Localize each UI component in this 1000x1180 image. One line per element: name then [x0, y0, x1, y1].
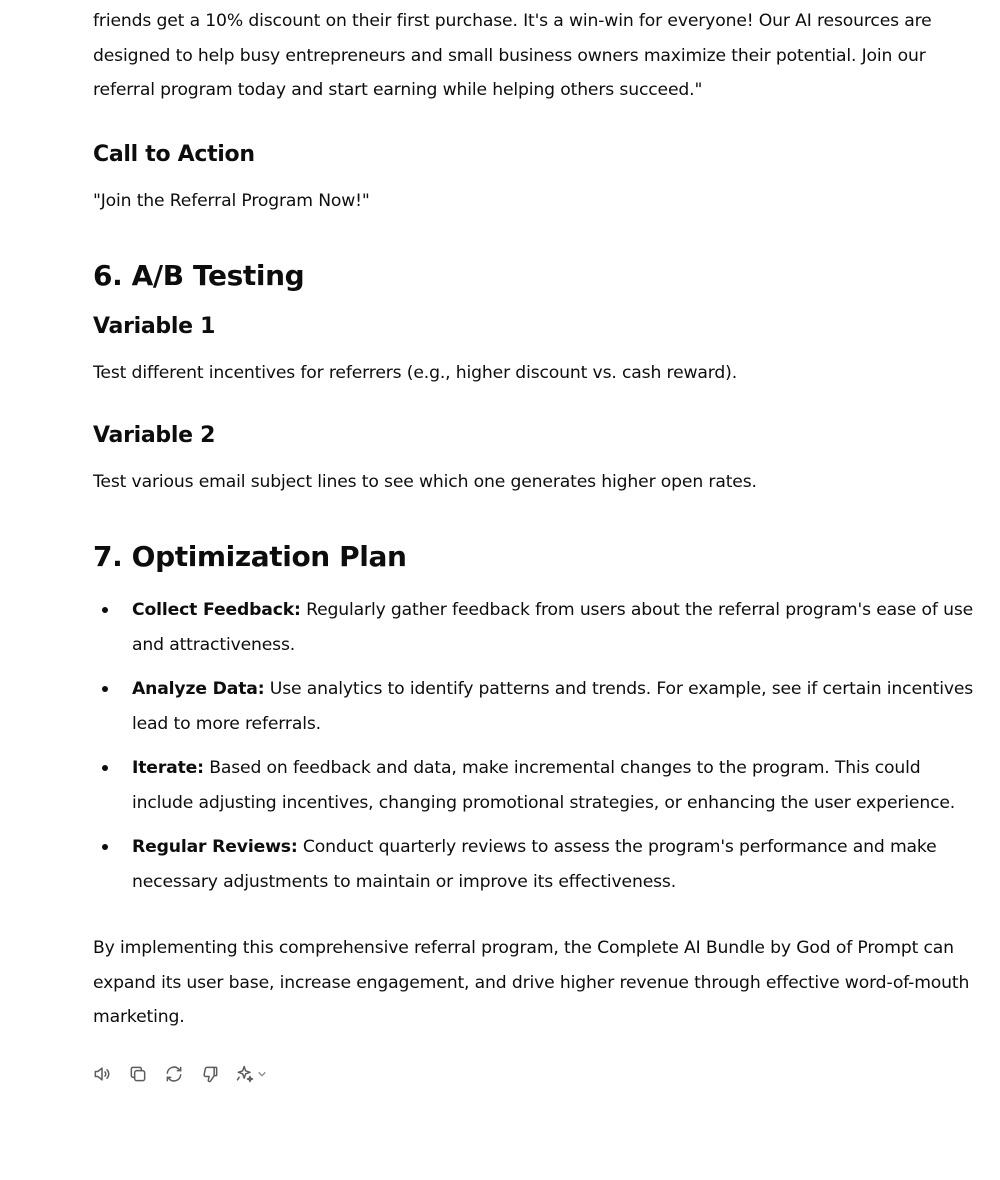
message-actions-toolbar	[91, 1063, 267, 1085]
regenerate-button[interactable]	[163, 1063, 185, 1085]
cta-heading: Call to Action	[93, 141, 255, 167]
copy-icon	[130, 1066, 146, 1082]
list-item: Regular Reviews: Conduct quarterly revie…	[93, 830, 983, 899]
list-item: Analyze Data: Use analytics to identify …	[93, 672, 983, 741]
thumbs-down-icon	[203, 1066, 218, 1083]
regenerate-icon	[166, 1066, 182, 1082]
chevron-down-icon	[258, 1072, 266, 1077]
list-item-label: Analyze Data:	[132, 679, 265, 699]
cta-text: "Join the Referral Program Now!"	[93, 190, 370, 211]
assistant-message: friends get a 10% discount on their firs…	[93, 0, 983, 1035]
model-switcher-button[interactable]	[235, 1064, 267, 1084]
thumbs-down-button[interactable]	[199, 1063, 221, 1085]
intro-paragraph: friends get a 10% discount on their firs…	[93, 11, 932, 100]
read-aloud-button[interactable]	[91, 1063, 113, 1085]
conclusion-paragraph: By implementing this comprehensive refer…	[93, 938, 970, 1027]
variable-2-heading: Variable 2	[93, 422, 216, 448]
optimization-heading: 7. Optimization Plan	[93, 540, 407, 573]
variable-2-text: Test various email subject lines to see …	[93, 471, 757, 492]
copy-button[interactable]	[127, 1063, 149, 1085]
ab-testing-heading: 6. A/B Testing	[93, 259, 305, 292]
variable-1-heading: Variable 1	[93, 314, 216, 339]
list-item-label: Iterate:	[132, 758, 204, 778]
list-item-text: Based on feedback and data, make increme…	[132, 758, 956, 813]
variable-1-text: Test different incentives for referrers …	[93, 363, 738, 383]
read-aloud-icon	[94, 1067, 110, 1081]
list-item-label: Collect Feedback:	[132, 600, 301, 620]
list-item-label: Regular Reviews:	[132, 837, 298, 857]
list-item: Iterate: Based on feedback and data, mak…	[93, 751, 983, 820]
list-item: Collect Feedback: Regularly gather feedb…	[93, 593, 983, 662]
sparkle-icon	[236, 1065, 254, 1083]
optimization-list: Collect Feedback: Regularly gather feedb…	[93, 593, 983, 899]
